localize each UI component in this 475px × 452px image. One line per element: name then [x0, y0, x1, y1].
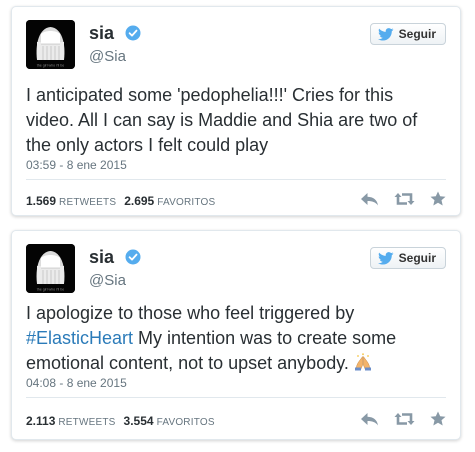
tweet-text-line: the only actors I felt could play [26, 135, 269, 155]
favorite-label[interactable]: FAVORITOS [157, 417, 215, 428]
sia-wig-avatar-image: the girl who i'll be [26, 244, 75, 293]
tweet-stats: 1.569 RETWEETS 2.695 FAVORITOS [26, 194, 223, 208]
follow-button[interactable]: Seguir [369, 23, 446, 45]
hashtag-link[interactable]: #ElasticHeart [26, 328, 133, 348]
tweet-text-line: video. All I can say is Maddie and Shia … [26, 110, 418, 130]
author-handle[interactable]: @Sia [89, 272, 126, 289]
tweet-text: I anticipated some 'pedophelia!!!' Cries… [26, 83, 450, 158]
avatar-caption: the girl who i'll be [37, 288, 64, 292]
favorite-star-icon[interactable] [430, 411, 446, 426]
follow-button-label: Seguir [398, 27, 436, 41]
author-handle[interactable]: @Sia [89, 48, 126, 65]
avatar[interactable]: the girl who i'll be [26, 20, 75, 69]
retweet-label[interactable]: RETWEETS [59, 197, 116, 208]
twitter-bird-icon [377, 251, 394, 265]
author-name[interactable]: sia [89, 247, 114, 268]
tweet-card: the girl who i'll be sia @Sia Seguir I a… [11, 230, 461, 440]
tweet-text-line: I anticipated some 'pedophelia!!!' Cries… [26, 85, 394, 105]
follow-button-label: Seguir [398, 251, 436, 265]
retweet-label[interactable]: RETWEETS [58, 417, 115, 428]
favorite-count[interactable]: 2.695 [124, 194, 154, 208]
sia-wig-avatar-image: the girl who i'll be [26, 20, 75, 69]
tweet-stats: 2.113 RETWEETS 3.554 FAVORITOS [26, 414, 223, 428]
twitter-bird-icon [377, 27, 394, 41]
tweet-actions [360, 411, 446, 426]
retweet-count[interactable]: 2.113 [26, 414, 55, 428]
divider [26, 397, 446, 398]
tweet-text-line: I apologize to those who feel triggered … [26, 303, 355, 323]
tweet-text: I apologize to those who feel triggered … [26, 301, 450, 376]
reply-icon[interactable] [360, 412, 379, 426]
tweet-text-line: emotional content, not to upset anybody. [26, 353, 354, 373]
folded-hands-emoji-icon [354, 353, 371, 371]
avatar-caption: the girl who i'll be [37, 64, 64, 68]
verified-badge-icon [125, 25, 141, 41]
reply-icon[interactable] [360, 192, 379, 206]
tweet-timestamp[interactable]: 04:08 - 8 ene 2015 [26, 376, 127, 390]
author-name[interactable]: sia [89, 23, 114, 44]
follow-button[interactable]: Seguir [369, 247, 446, 269]
retweet-icon[interactable] [394, 412, 415, 426]
verified-badge-icon [125, 249, 141, 265]
tweet-actions [360, 191, 446, 206]
tweet-timestamp[interactable]: 03:59 - 8 ene 2015 [26, 158, 127, 172]
divider [26, 179, 446, 180]
retweet-icon[interactable] [394, 192, 415, 206]
tweet-card: the girl who i'll be sia @Sia Seguir I a… [11, 6, 461, 216]
tweet-text-line: My intention was to create some [133, 328, 397, 348]
favorite-count[interactable]: 3.554 [124, 414, 154, 428]
favorite-label[interactable]: FAVORITOS [157, 197, 215, 208]
avatar[interactable]: the girl who i'll be [26, 244, 75, 293]
favorite-star-icon[interactable] [430, 191, 446, 206]
retweet-count[interactable]: 1.569 [26, 194, 56, 208]
